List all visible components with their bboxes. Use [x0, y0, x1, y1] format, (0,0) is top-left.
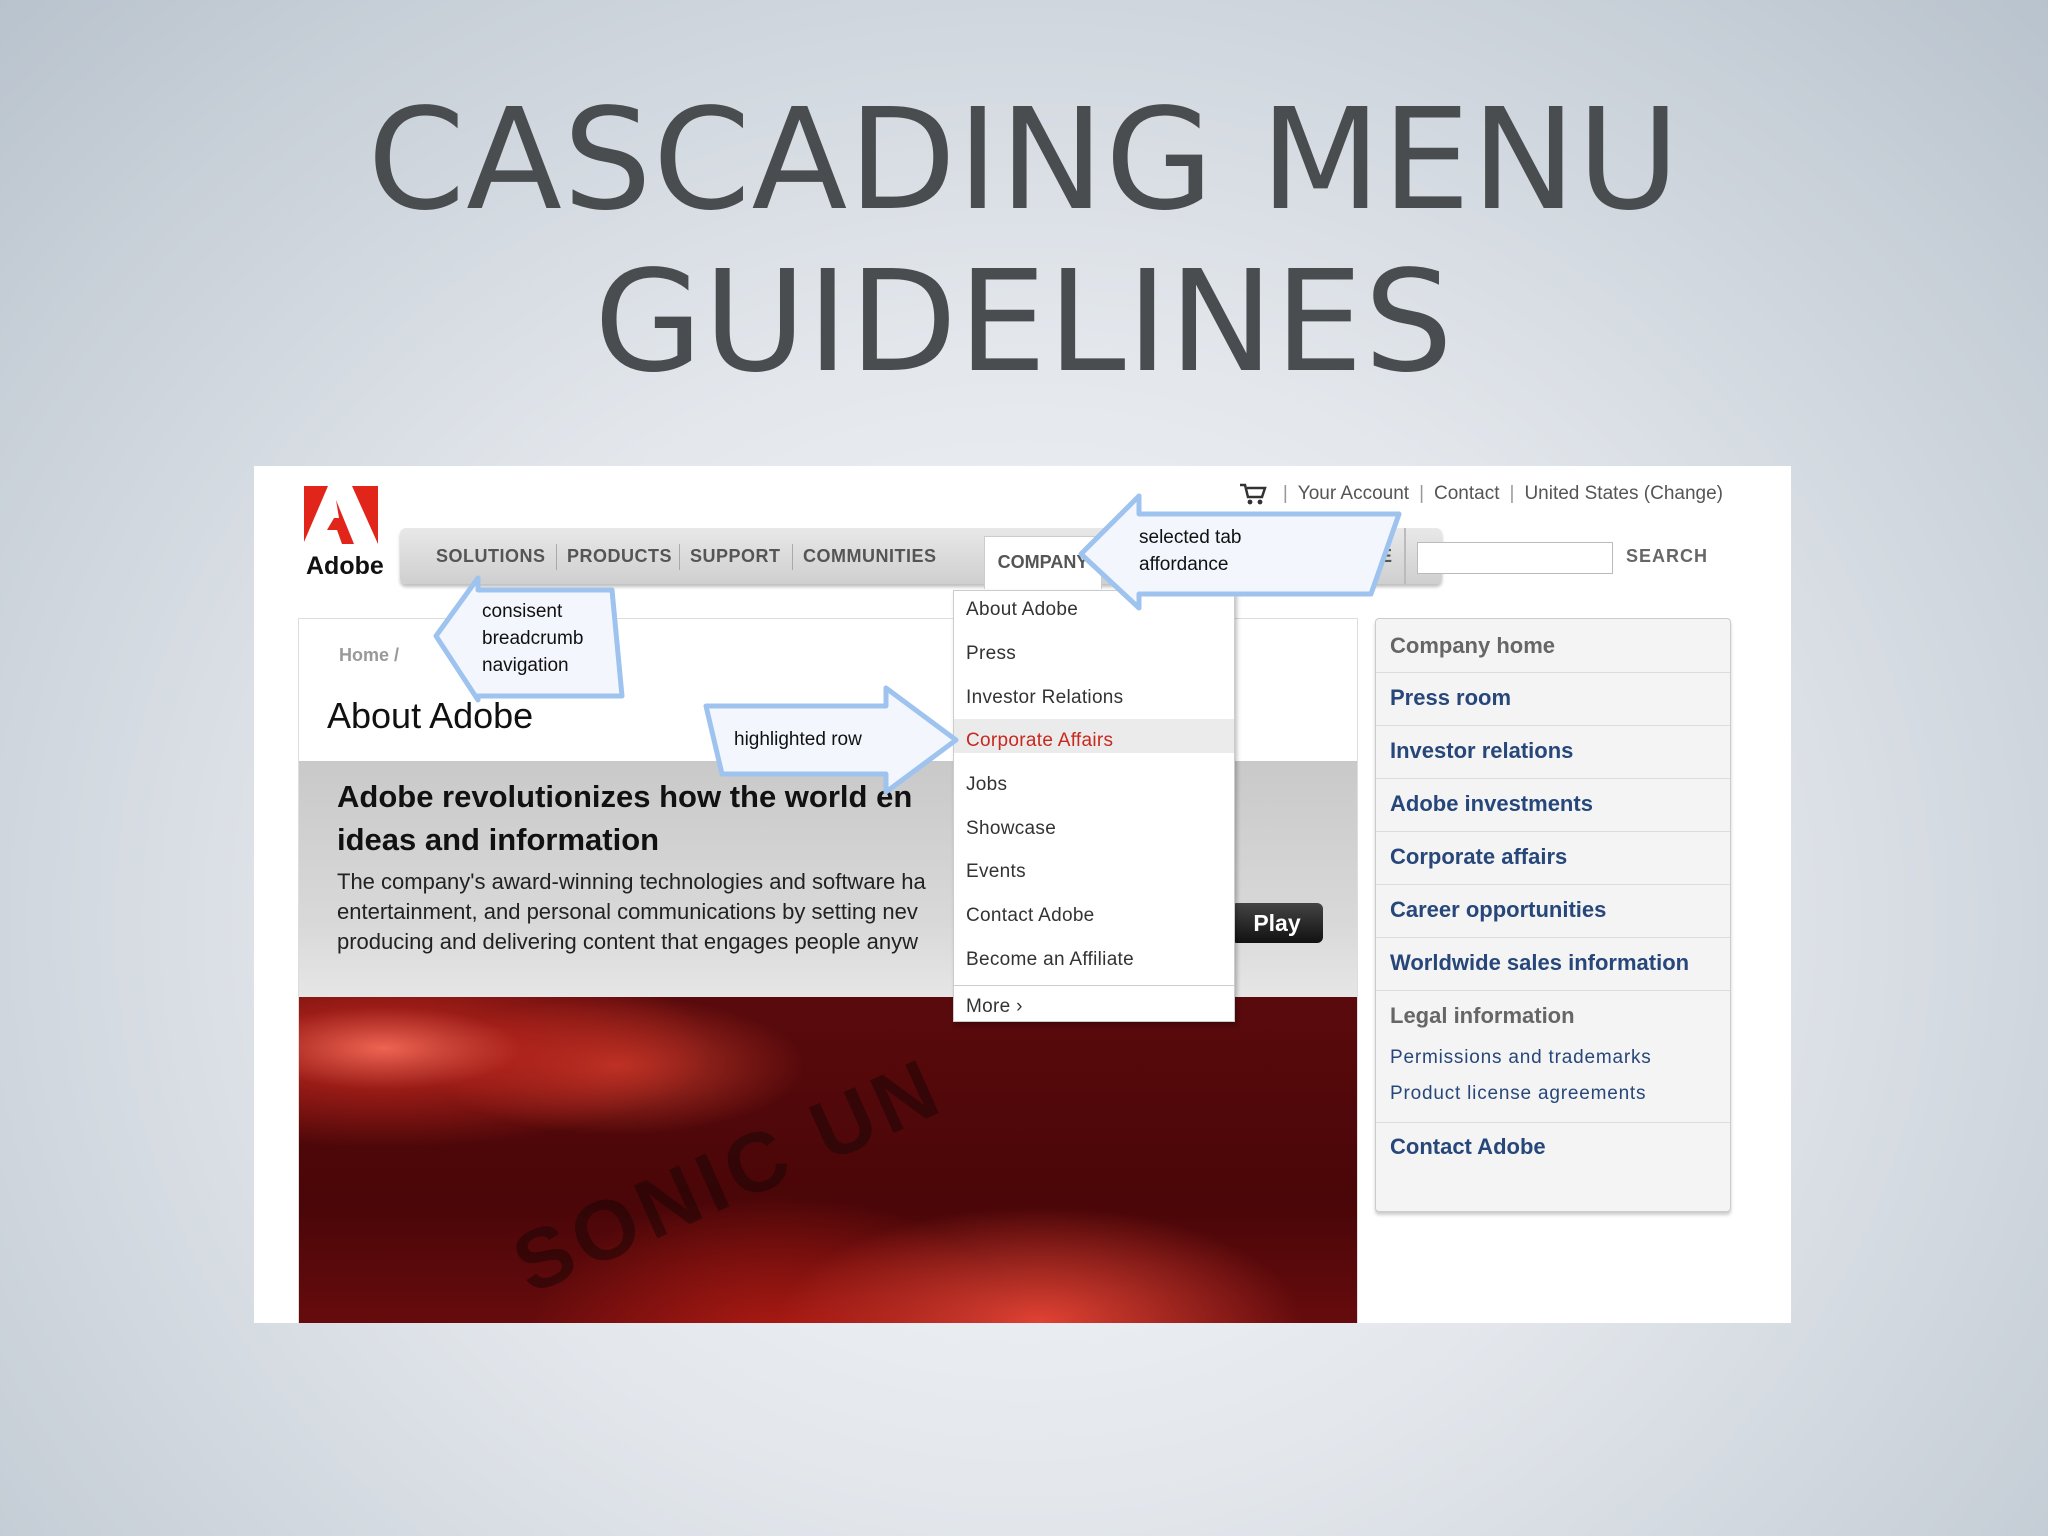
play-button[interactable]: Play	[1231, 903, 1323, 943]
sidebar-item-investor-relations[interactable]: Investor relations	[1390, 738, 1573, 764]
nav-separator	[792, 544, 793, 570]
contact-link[interactable]: Contact	[1434, 483, 1499, 505]
callout-breadcrumb-text: consisent breadcrumb navigation	[482, 598, 583, 679]
callout-highlighted-row-text: highlighted row	[734, 729, 862, 750]
company-dropdown-menu: About Adobe Press Investor Relations Cor…	[953, 590, 1235, 1022]
search-button[interactable]: SEARCH	[1626, 546, 1708, 567]
nav-separator	[556, 544, 557, 570]
hero-headline-line2: ideas and information	[337, 822, 660, 857]
tab-products[interactable]: PRODUCTS	[567, 528, 672, 584]
sidebar-item-career-opportunities[interactable]: Career opportunities	[1390, 897, 1606, 923]
menu-item-showcase[interactable]: Showcase	[966, 818, 1056, 840]
sidebar-item-press-room[interactable]: Press room	[1390, 685, 1511, 711]
callout-line: breadcrumb	[482, 628, 584, 649]
sidebar-row: Company home	[1376, 619, 1730, 673]
sidebar-row: Contact Adobe	[1376, 1122, 1730, 1182]
callout-breadcrumb: consisent breadcrumb navigation	[433, 575, 625, 703]
sidebar-sublink-permissions[interactable]: Permissions and trademarks	[1390, 1047, 1652, 1069]
sidebar-item-corporate-affairs[interactable]: Corporate affairs	[1390, 844, 1567, 870]
callout-line: affordance	[1139, 554, 1229, 575]
adobe-logo[interactable]: Adobe	[304, 486, 388, 586]
hero-body-line3: producing and delivering content that en…	[337, 929, 918, 954]
sidebar-item-contact-adobe[interactable]: Contact Adobe	[1390, 1134, 1546, 1160]
menu-item-events[interactable]: Events	[966, 861, 1026, 883]
search-input[interactable]	[1417, 542, 1613, 574]
adobe-logo-icon	[304, 486, 378, 544]
adobe-logo-text: Adobe	[306, 552, 384, 580]
sidebar-item-worldwide-sales[interactable]: Worldwide sales information	[1390, 950, 1689, 976]
sidebar-row: Corporate affairs	[1376, 831, 1730, 885]
menu-divider	[954, 985, 1234, 986]
sidebar-row: Investor relations	[1376, 725, 1730, 779]
hero-body-line2: entertainment, and personal communicatio…	[337, 899, 918, 924]
hero-body-line1: The company's award-winning technologies…	[337, 869, 926, 894]
menu-item-about-adobe[interactable]: About Adobe	[966, 599, 1078, 621]
menu-item-more[interactable]: More ›	[966, 996, 1023, 1018]
company-sidebar: Company home Press room Investor relatio…	[1375, 618, 1731, 1212]
menu-item-become-affiliate[interactable]: Become an Affiliate	[966, 949, 1134, 971]
callout-selected-tab: selected tab affordance	[1078, 493, 1417, 611]
sidebar-item-adobe-investments[interactable]: Adobe investments	[1390, 791, 1593, 817]
sidebar-row: Press room	[1376, 672, 1730, 726]
region-link[interactable]: United States (Change)	[1524, 483, 1723, 505]
callout-line: selected tab	[1139, 527, 1242, 548]
sidebar-row: Adobe investments	[1376, 778, 1730, 832]
adobe-screenshot: Adobe | Your Account | Contact | United …	[254, 466, 1791, 1323]
callout-arrow-icon	[1078, 493, 1402, 611]
separator: |	[1419, 483, 1425, 504]
tab-communities[interactable]: COMMUNITIES	[803, 528, 937, 584]
slide-title-line1: CASCADING MENU	[367, 79, 1681, 242]
menu-item-press[interactable]: Press	[966, 643, 1016, 665]
tab-solutions[interactable]: SOLUTIONS	[436, 528, 546, 584]
menu-item-investor-relations[interactable]: Investor Relations	[966, 687, 1123, 709]
sidebar-item-legal-information[interactable]: Legal information	[1390, 1003, 1575, 1029]
page-title: About Adobe	[327, 695, 534, 736]
menu-item-corporate-affairs[interactable]: Corporate Affairs	[966, 730, 1113, 752]
sidebar-row: Worldwide sales information	[1376, 937, 1730, 991]
nav-separator	[679, 544, 680, 570]
sidebar-row: Career opportunities	[1376, 884, 1730, 938]
hero-body: The company's award-winning technologies…	[337, 867, 926, 957]
breadcrumb[interactable]: Home /	[339, 645, 399, 666]
callout-selected-tab-text: selected tab affordance	[1139, 524, 1241, 578]
sidebar-sublink-license[interactable]: Product license agreements	[1390, 1083, 1646, 1105]
menu-item-contact-adobe[interactable]: Contact Adobe	[966, 905, 1095, 927]
hero-video-image[interactable]: SONIC UN	[299, 997, 1357, 1323]
sidebar-item-company-home[interactable]: Company home	[1390, 633, 1555, 659]
menu-item-jobs[interactable]: Jobs	[966, 774, 1007, 796]
tab-support[interactable]: SUPPORT	[690, 528, 781, 584]
callout-line: consisent	[482, 601, 563, 622]
callout-highlighted-row: highlighted row	[703, 685, 959, 795]
separator: |	[1509, 483, 1515, 504]
callout-line: navigation	[482, 655, 569, 676]
slide-title-line2: GUIDELINES	[594, 241, 1454, 404]
video-overlay-text: SONIC UN	[499, 1038, 957, 1312]
sidebar-row: Legal information Permissions and tradem…	[1376, 990, 1730, 1123]
